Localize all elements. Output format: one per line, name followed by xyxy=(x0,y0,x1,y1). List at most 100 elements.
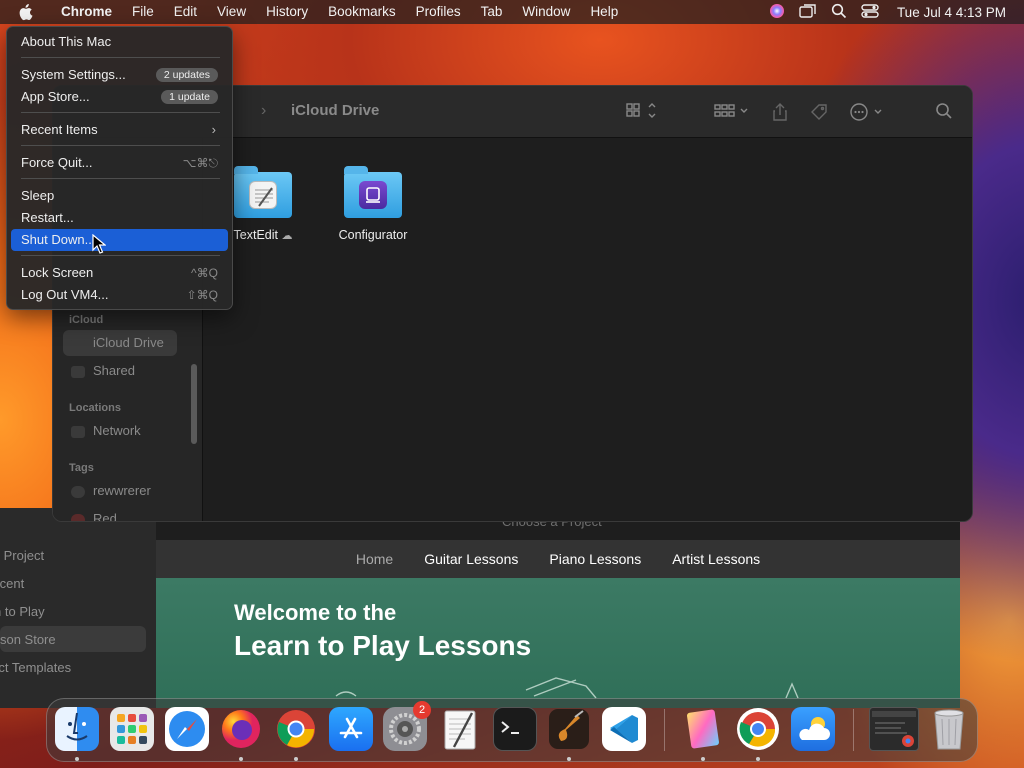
apple-menu-dropdown: About This Mac System Settings... 2 upda… xyxy=(6,26,233,310)
force-quit-shortcut: ⌥⌘⎋ xyxy=(182,156,218,170)
folder-icon xyxy=(344,166,402,218)
siri-icon[interactable] xyxy=(769,3,785,22)
sidebar-section-icloud: iCloud xyxy=(69,314,104,326)
running-indicator xyxy=(567,757,571,761)
share-icon[interactable] xyxy=(771,102,789,126)
sidebar-item-project-templates[interactable]: Project Templates xyxy=(0,660,71,675)
menu-item-sleep[interactable]: Sleep xyxy=(11,185,228,207)
trash-dock-icon[interactable] xyxy=(927,707,971,751)
menu-item-about-this-mac[interactable]: About This Mac xyxy=(11,31,228,53)
menu-edit[interactable]: Edit xyxy=(164,0,207,24)
control-center-icon[interactable] xyxy=(861,3,879,22)
menu-history[interactable]: History xyxy=(256,0,318,24)
back-window-sidebar: New Project Recent Learn to Play Lesson … xyxy=(0,508,156,708)
submenu-chevron-icon: › xyxy=(211,122,216,137)
menu-item-recent-items[interactable]: Recent Items › xyxy=(11,119,228,141)
menu-view[interactable]: View xyxy=(207,0,256,24)
sidebar-item-icloud-drive[interactable]: iCloud Drive xyxy=(93,335,164,350)
textedit-dock-icon[interactable] xyxy=(438,707,482,751)
sidebar-item-network[interactable]: Network xyxy=(93,423,141,438)
menu-app-chrome[interactable]: Chrome xyxy=(51,0,122,24)
menu-item-shut-down[interactable]: Shut Down... xyxy=(11,229,228,251)
menu-item-system-settings[interactable]: System Settings... 2 updates xyxy=(11,64,228,86)
sidebar-scrollbar[interactable] xyxy=(191,364,197,444)
lesson-navbar: Home Guitar Lessons Piano Lessons Artist… xyxy=(156,540,960,578)
folder-icon xyxy=(234,166,292,218)
dock: 2 xyxy=(46,698,978,762)
notification-badge: 2 xyxy=(413,701,431,719)
menu-item-restart[interactable]: Restart... xyxy=(11,207,228,229)
apple-menu-icon[interactable] xyxy=(17,3,37,21)
nav-piano-lessons[interactable]: Piano Lessons xyxy=(549,551,641,567)
screen-mirroring-icon[interactable] xyxy=(799,3,817,22)
app-store-dock-icon[interactable] xyxy=(329,707,373,751)
menu-item-force-quit[interactable]: Force Quit... ⌥⌘⎋ xyxy=(11,152,228,174)
shared-folder-icon xyxy=(71,366,85,378)
forward-chevron-icon[interactable]: › xyxy=(261,102,266,120)
menu-help[interactable]: Help xyxy=(580,0,628,24)
lesson-hero: Welcome to the Learn to Play Lessons xyxy=(156,578,960,708)
garageband-dock-icon[interactable] xyxy=(547,707,591,751)
mouse-cursor-icon xyxy=(92,234,106,254)
menu-bookmarks[interactable]: Bookmarks xyxy=(318,0,406,24)
menu-clock[interactable]: Tue Jul 4 4:13 PM xyxy=(897,5,1006,20)
menu-item-log-out[interactable]: Log Out VM4... ⇧⌘Q xyxy=(11,284,228,306)
weather-dock-icon[interactable] xyxy=(791,707,835,751)
sidebar-section-locations: Locations xyxy=(69,402,121,414)
nav-guitar-lessons[interactable]: Guitar Lessons xyxy=(424,551,518,567)
minimized-window-thumbnail[interactable] xyxy=(869,707,919,751)
sidebar-item-tag-rewwrerer[interactable]: rewwrerer xyxy=(93,483,151,498)
more-actions-icon[interactable] xyxy=(849,102,885,126)
network-icon xyxy=(71,426,85,438)
sidebar-item-recent[interactable]: Recent xyxy=(0,576,24,591)
menu-tab[interactable]: Tab xyxy=(471,0,513,24)
terminal-dock-icon[interactable] xyxy=(493,707,537,751)
tag-dot-icon xyxy=(71,486,85,498)
menu-separator xyxy=(21,145,220,146)
sidebar-section-tags: Tags xyxy=(69,462,94,474)
updates-badge: 2 updates xyxy=(155,68,218,82)
folder-label-textedit: TextEdit xyxy=(233,228,278,242)
nav-home[interactable]: Home xyxy=(356,551,393,567)
chalk-drawings xyxy=(335,677,799,699)
safari-dock-icon[interactable] xyxy=(165,707,209,751)
tag-icon[interactable] xyxy=(809,102,829,126)
chrome-profile-dock-icon[interactable] xyxy=(736,707,780,751)
launchpad-dock-icon[interactable] xyxy=(110,707,154,751)
preview-dock-icon[interactable] xyxy=(681,707,725,751)
menu-separator xyxy=(21,178,220,179)
vscode-dock-icon[interactable] xyxy=(602,707,646,751)
finder-dock-icon[interactable] xyxy=(55,707,99,751)
dock-separator xyxy=(853,709,854,751)
firefox-dock-icon[interactable] xyxy=(219,707,263,751)
chrome-dock-icon[interactable] xyxy=(274,707,318,751)
menu-file[interactable]: File xyxy=(122,0,164,24)
menu-window[interactable]: Window xyxy=(512,0,580,24)
view-grid-icon[interactable] xyxy=(625,102,659,124)
sidebar-item-lesson-store[interactable]: Lesson Store xyxy=(0,632,56,647)
configurator-icon xyxy=(359,181,387,209)
running-indicator xyxy=(75,757,79,761)
textedit-icon xyxy=(249,181,277,209)
finder-content: TextEdit ☁ Configurator xyxy=(203,138,972,521)
group-by-icon[interactable] xyxy=(713,102,751,124)
tag-red-dot-icon xyxy=(71,514,85,521)
folder-item-configurator[interactable]: Configurator xyxy=(328,166,418,242)
system-settings-dock-icon[interactable]: 2 xyxy=(383,701,431,751)
menu-bar: Chrome File Edit View History Bookmarks … xyxy=(0,0,1024,24)
search-icon[interactable] xyxy=(935,102,953,124)
icloud-icon xyxy=(71,338,85,350)
sidebar-item-new-project[interactable]: New Project xyxy=(0,548,44,563)
spotlight-search-icon[interactable] xyxy=(831,3,847,22)
sidebar-item-shared[interactable]: Shared xyxy=(93,363,135,378)
cloud-download-icon[interactable]: ☁ xyxy=(281,230,292,242)
menu-item-lock-screen[interactable]: Lock Screen ^⌘Q xyxy=(11,262,228,284)
menu-profiles[interactable]: Profiles xyxy=(406,0,471,24)
sidebar-item-tag-red[interactable]: Red xyxy=(93,511,117,521)
running-indicator xyxy=(756,757,760,761)
menu-separator xyxy=(21,255,220,256)
nav-artist-lessons[interactable]: Artist Lessons xyxy=(672,551,760,567)
menu-item-app-store[interactable]: App Store... 1 update xyxy=(11,86,228,108)
lock-screen-shortcut: ^⌘Q xyxy=(191,266,218,280)
sidebar-item-learn-to-play[interactable]: Learn to Play xyxy=(0,604,45,619)
